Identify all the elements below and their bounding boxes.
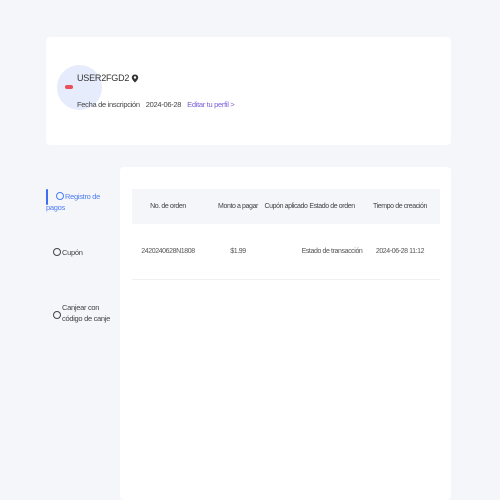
table-row[interactable]: 2420240628N1808 $1.99 Estado de transacc… xyxy=(132,224,440,280)
username: USER2FGD2 xyxy=(77,73,130,83)
receipt-icon xyxy=(56,192,64,200)
location-pin-icon xyxy=(132,74,139,82)
payment-records-panel: No. de orden Monto a pagar Cupón aplicad… xyxy=(120,167,451,500)
cell-order-no: 2420240628N1808 xyxy=(141,248,195,255)
registration-line: Fecha de inscripción 2024-06-28 Editar tu … xyxy=(77,100,235,109)
column-header-amount: Monto a pagar xyxy=(218,203,258,210)
column-header-coupon: Cupón aplicado xyxy=(264,203,308,210)
gift-icon xyxy=(53,311,61,319)
user-line: USER2FGD2 xyxy=(77,73,139,83)
sidebar: Registro de pagos Cupón Canjear con códi… xyxy=(46,167,120,500)
cell-created: 2024-06-28 11:12 xyxy=(375,248,425,255)
profile-card xyxy=(46,37,451,145)
column-header-created: Tiempo de creación xyxy=(372,203,428,210)
sidebar-item-coupon[interactable]: Cupón xyxy=(46,247,120,258)
cell-status: Estado de transacción xyxy=(301,248,363,255)
sidebar-item-payments[interactable]: Registro de pagos xyxy=(46,189,120,213)
table-header: No. de orden Monto a pagar Cupón aplicad… xyxy=(132,189,440,224)
sidebar-item-label: Cupón xyxy=(62,248,83,257)
active-indicator xyxy=(46,189,48,205)
registration-date: 2024-06-28 xyxy=(145,100,182,109)
column-header-status: Estado de orden xyxy=(309,203,355,210)
sidebar-item-redeem[interactable]: Canjear con código de canje xyxy=(46,302,120,324)
column-header-order-no: No. de orden xyxy=(150,203,186,210)
edit-profile-link[interactable]: Editar tu perfil > xyxy=(187,100,235,109)
registration-label: Fecha de inscripción xyxy=(77,100,140,109)
sidebar-item-label: Canjear con código de canje xyxy=(62,303,111,323)
sidebar-item-label: Registro de pagos xyxy=(46,192,101,212)
coupon-icon xyxy=(53,248,61,256)
avatar-badge xyxy=(65,85,73,89)
cell-amount: $1.99 xyxy=(230,248,246,255)
